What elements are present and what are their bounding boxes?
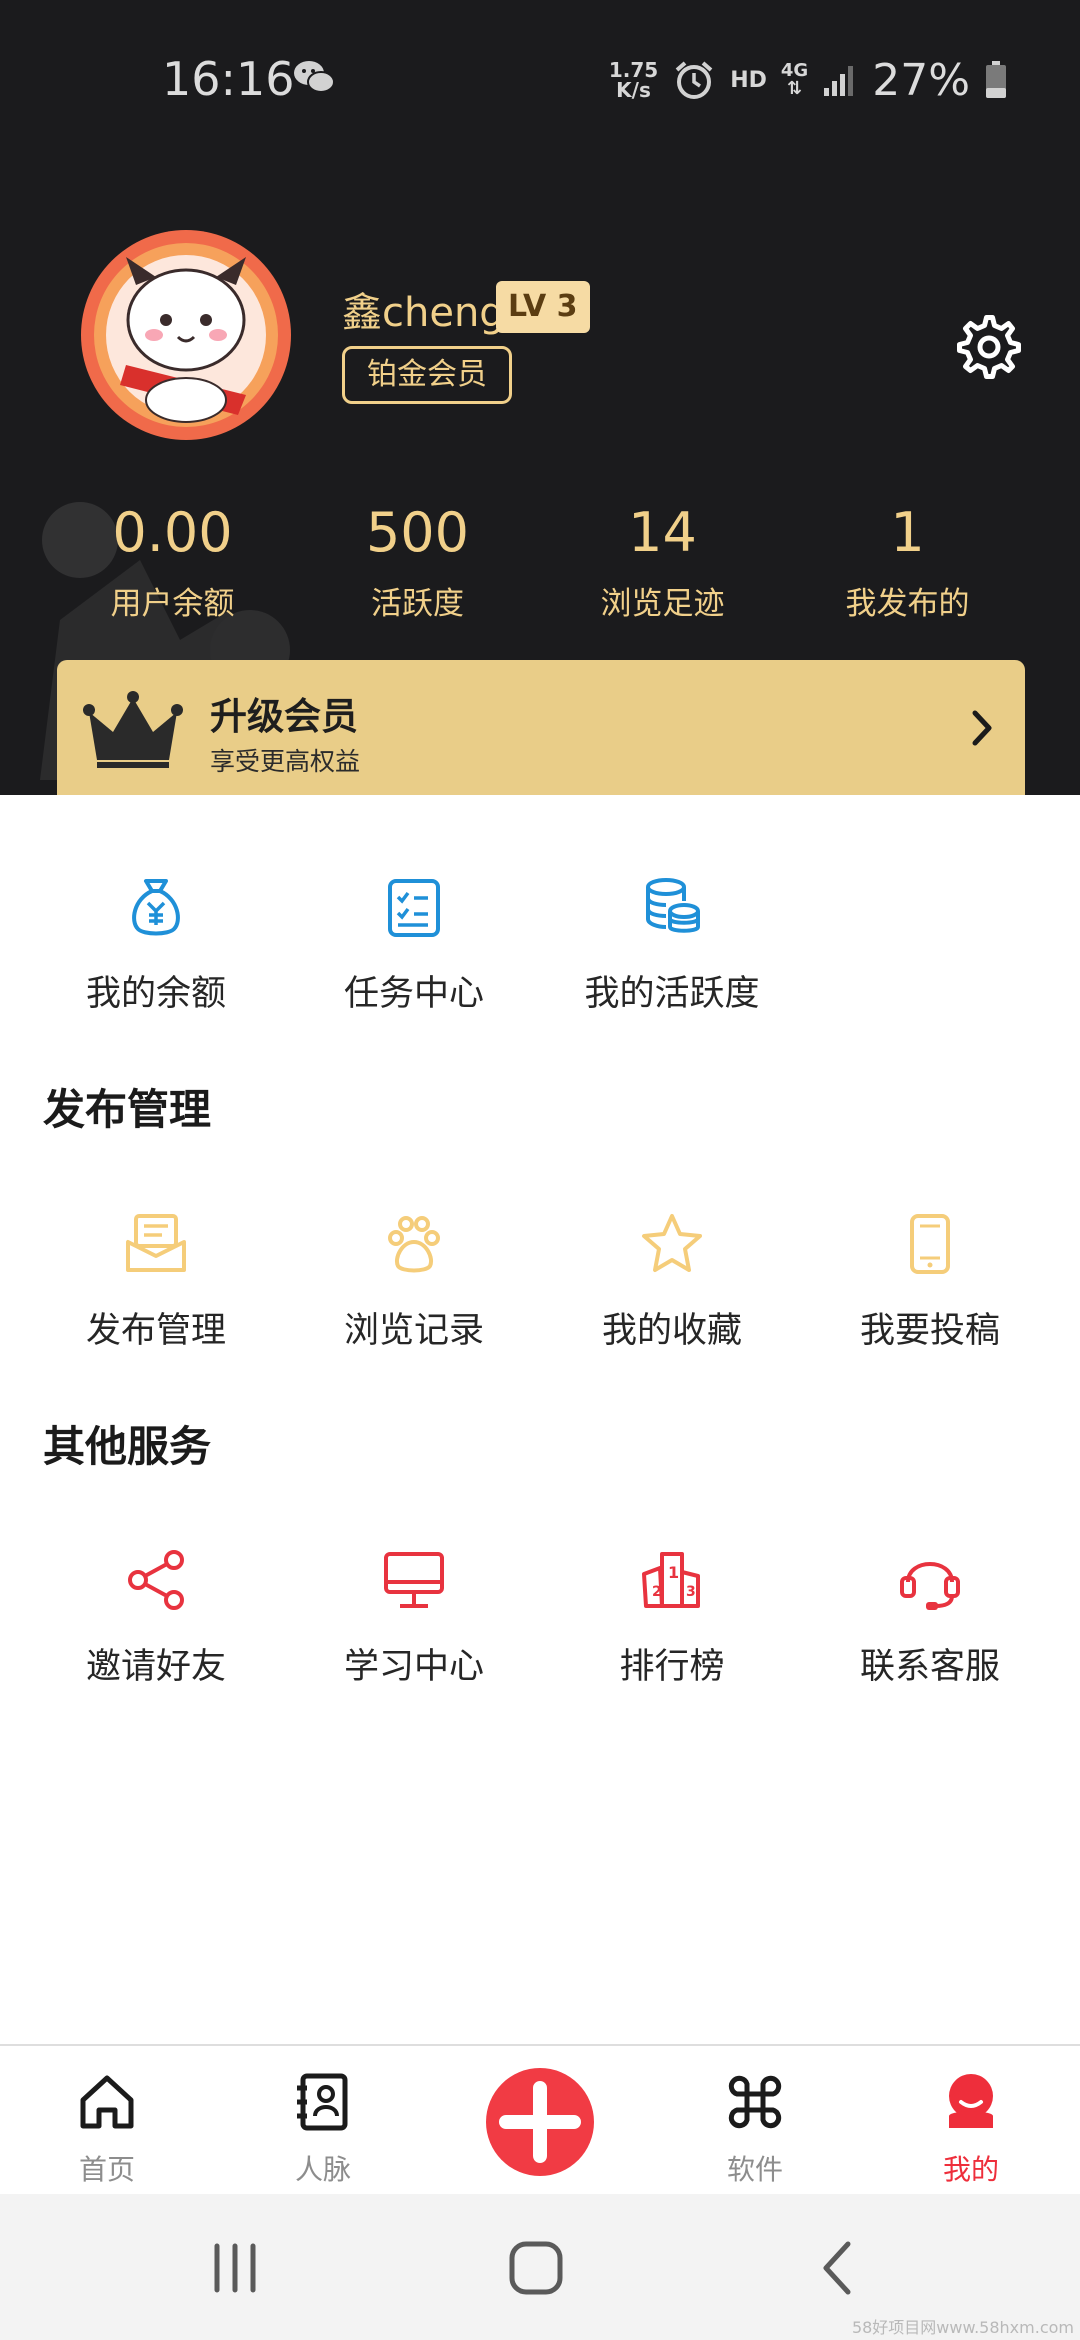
- leaderboard-item[interactable]: 2 1 3 排行榜: [543, 1548, 801, 1708]
- item-label: 发布管理: [85, 1311, 226, 1351]
- item-label: 我的活跃度: [584, 974, 760, 1014]
- svg-text:1: 1: [668, 1563, 679, 1582]
- wallet-row: 我的余额 任务中心 我的活跃度: [0, 875, 1080, 1035]
- stat-value: 14: [628, 501, 697, 564]
- alarm-icon: [675, 61, 713, 99]
- item-label: 任务中心: [343, 974, 484, 1014]
- coins-stack-icon: [646, 878, 700, 933]
- profile-header: 16:16 1.75 K/s HD 4G ⇅ 27% 鑫cheng LV 3 铂…: [0, 0, 1080, 795]
- invite-friends-item[interactable]: 邀请好友: [27, 1548, 285, 1708]
- level-badge: LV 3: [496, 281, 590, 333]
- stat-activity[interactable]: 500 活跃度: [295, 500, 540, 630]
- tab-home[interactable]: 首页: [27, 2046, 187, 2196]
- chevron-right-icon: [972, 710, 992, 746]
- net-speed: 1.75 K/s: [609, 60, 658, 100]
- customer-service-item[interactable]: 联系客服: [801, 1548, 1059, 1708]
- hd-label: HD: [730, 67, 767, 93]
- system-navigation-bar: 58好项目网www.58hxm.com: [0, 2194, 1080, 2340]
- task-center-item[interactable]: 任务中心: [285, 875, 543, 1035]
- paw-icon: [388, 1216, 440, 1273]
- publish-row: 发布管理 浏览记录 我的收藏 我要投稿: [0, 1212, 1080, 1372]
- avatar[interactable]: [66, 225, 306, 445]
- item-label: 浏览记录: [343, 1311, 484, 1351]
- home-button-icon[interactable]: [506, 2238, 566, 2298]
- publish-plus-button[interactable]: [486, 2068, 594, 2176]
- home-icon: [80, 2075, 134, 2129]
- battery-icon: [986, 61, 1006, 98]
- member-tag[interactable]: 铂金会员: [342, 346, 512, 404]
- stat-published[interactable]: 1 我发布的: [785, 500, 1030, 630]
- bottom-tab-bar: 首页 人脉 软件 我的: [0, 2044, 1080, 2194]
- my-activity-item[interactable]: 我的活跃度: [543, 875, 801, 1035]
- podium-icon: 2 1 3: [642, 1552, 700, 1608]
- learning-center-item[interactable]: 学习中心: [285, 1548, 543, 1708]
- share-icon: [128, 1550, 184, 1610]
- my-favorites-item[interactable]: 我的收藏: [543, 1212, 801, 1372]
- stats-row: 0.00 用户余额 500 活跃度 14 浏览足迹 1 我发布的: [50, 500, 1030, 630]
- network-type: 4G ⇅: [781, 62, 808, 98]
- my-balance-item[interactable]: 我的余额: [27, 875, 285, 1035]
- tab-mine[interactable]: 我的: [891, 2046, 1051, 2196]
- profile-icon: [949, 2074, 993, 2128]
- item-label: 我的余额: [85, 974, 226, 1014]
- browse-history-item[interactable]: 浏览记录: [285, 1212, 543, 1372]
- envelope-icon: [126, 1214, 186, 1272]
- stat-footprints[interactable]: 14 浏览足迹: [540, 500, 785, 630]
- item-label: 我要投稿: [859, 1311, 1000, 1351]
- tab-label: 人脉: [294, 2153, 351, 2186]
- tab-label: 软件: [726, 2153, 783, 2186]
- item-label: 我的收藏: [601, 1311, 742, 1351]
- tab-contacts[interactable]: 人脉: [243, 2046, 403, 2196]
- money-bag-icon: [132, 879, 180, 936]
- back-icon[interactable]: [810, 2238, 870, 2298]
- monitor-icon: [384, 1552, 444, 1608]
- stat-label: 用户余额: [110, 586, 235, 622]
- recent-apps-icon[interactable]: [205, 2238, 265, 2298]
- tab-software[interactable]: 软件: [675, 2046, 835, 2196]
- item-label: 邀请好友: [85, 1647, 226, 1687]
- status-time: 16:16: [162, 52, 295, 106]
- item-label: 排行榜: [619, 1647, 725, 1687]
- crown-icon: [83, 691, 183, 768]
- stat-value: 0.00: [112, 501, 233, 564]
- item-label: 学习中心: [343, 1647, 484, 1687]
- task-list-icon: [388, 879, 440, 937]
- stat-value: 1: [890, 501, 925, 564]
- svg-text:3: 3: [686, 1584, 696, 1600]
- submit-article-item[interactable]: 我要投稿: [801, 1212, 1059, 1372]
- status-bar: 16:16 1.75 K/s HD 4G ⇅ 27%: [0, 0, 1080, 160]
- star-icon: [642, 1214, 702, 1272]
- other-section-title: 其他服务: [43, 1422, 212, 1471]
- wechat-icon: [294, 61, 335, 93]
- stat-value: 500: [365, 501, 470, 564]
- watermark: 58好项目网www.58hxm.com: [851, 2318, 1074, 2337]
- plus-icon: [499, 2081, 581, 2163]
- data-arrows-icon: ⇅: [787, 78, 803, 99]
- upgrade-title: 升级会员: [210, 695, 358, 738]
- item-label: 联系客服: [859, 1647, 1000, 1687]
- services-row: 邀请好友 学习中心 2 1 3 排行榜 联系客服: [0, 1548, 1080, 1708]
- apps-icon: [728, 2075, 782, 2129]
- status-icons: 1.75 K/s HD 4G ⇅ 27%: [609, 54, 1008, 106]
- net-speed-unit: K/s: [616, 78, 651, 102]
- signal-icon: [824, 66, 854, 96]
- upgrade-membership-card[interactable]: 升级会员 享受更高权益: [57, 660, 1025, 795]
- stat-label: 浏览足迹: [600, 586, 725, 622]
- contacts-icon: [297, 2073, 348, 2131]
- settings-icon[interactable]: [956, 314, 1022, 380]
- headset-icon: [900, 1562, 960, 1610]
- publish-manage-item[interactable]: 发布管理: [27, 1212, 285, 1372]
- svg-text:2: 2: [652, 1584, 662, 1600]
- stat-label: 活跃度: [371, 586, 464, 622]
- stat-balance[interactable]: 0.00 用户余额: [50, 500, 295, 630]
- upgrade-subtitle: 享受更高权益: [210, 747, 361, 776]
- publish-section-title: 发布管理: [43, 1085, 212, 1134]
- tab-label: 首页: [78, 2153, 135, 2186]
- tab-label: 我的: [942, 2153, 999, 2186]
- username: 鑫cheng: [342, 290, 505, 336]
- battery-percent: 27%: [872, 54, 970, 106]
- net-speed-value: 1.75: [608, 58, 659, 82]
- stat-label: 我发布的: [845, 586, 970, 622]
- phone-icon: [910, 1214, 950, 1274]
